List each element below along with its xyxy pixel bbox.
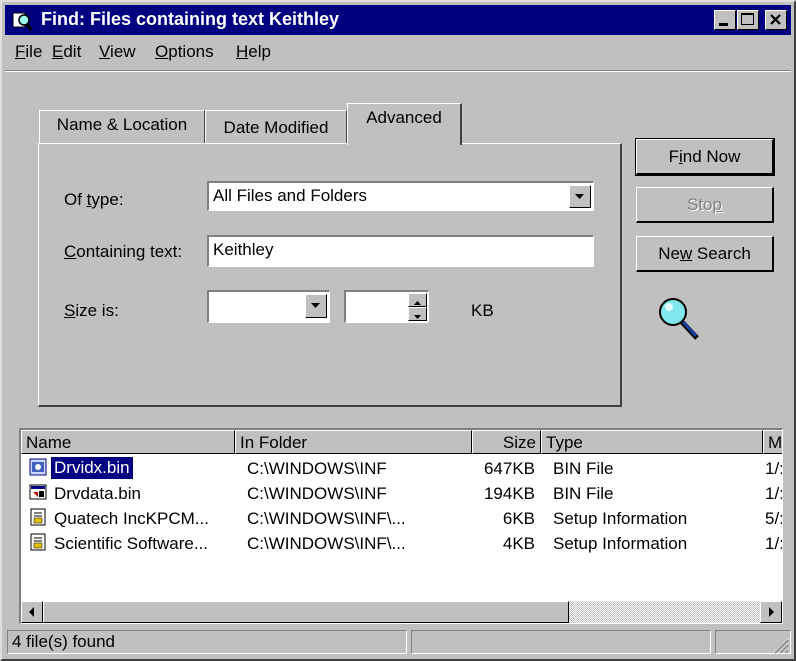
status-file-count: 4 file(s) found: [7, 630, 407, 654]
file-modified: 5/:: [765, 509, 783, 528]
table-row[interactable]: Scientific Software... C:\WINDOWS\INF\..…: [21, 532, 783, 556]
minimize-button[interactable]: [714, 10, 736, 30]
menu-options[interactable]: Options: [155, 42, 214, 62]
file-folder: C:\WINDOWS\INF: [247, 459, 387, 478]
menu-bar: File Edit View Options Help: [5, 38, 791, 68]
size-unit-label: KB: [471, 301, 494, 320]
file-folder: C:\WINDOWS\INF: [247, 484, 387, 503]
column-header-type[interactable]: Type: [541, 430, 763, 454]
advanced-tab-panel: Of type: All Files and Folders Containin…: [38, 143, 622, 407]
of-type-value: All Files and Folders: [213, 186, 368, 205]
table-row[interactable]: Drvidx.bin C:\WINDOWS\INF 647KB BIN File…: [21, 457, 783, 481]
tab-label: Advanced: [366, 108, 442, 127]
bin-file-icon: [29, 484, 47, 500]
file-modified: 1/:: [765, 459, 783, 478]
spin-up-button[interactable]: [408, 293, 427, 307]
tab-label: Name & Location: [56, 115, 188, 134]
close-icon: [770, 14, 781, 25]
menu-help[interactable]: Help: [236, 42, 271, 62]
status-panel-2: [411, 630, 711, 654]
scrollbar-thumb[interactable]: [43, 601, 569, 623]
file-modified: 1/:: [765, 534, 783, 553]
magnifier-animation-icon: [659, 298, 699, 340]
column-header-in-folder[interactable]: In Folder: [235, 430, 472, 454]
menu-file[interactable]: File: [15, 42, 42, 62]
table-row[interactable]: Drvdata.bin C:\WINDOWS\INF 194KB BIN Fil…: [21, 482, 783, 506]
status-bar: 4 file(s) found: [5, 628, 791, 656]
file-type: Setup Information: [553, 534, 688, 553]
menu-edit[interactable]: Edit: [52, 42, 81, 62]
of-type-dropdown-button[interactable]: [569, 185, 591, 208]
bin-file-icon: [29, 458, 47, 476]
scroll-left-button[interactable]: [21, 601, 43, 623]
scrollbar-track[interactable]: [569, 601, 760, 623]
menu-separator: [5, 70, 791, 72]
file-type: Setup Information: [553, 509, 688, 528]
of-type-select[interactable]: All Files and Folders: [207, 181, 594, 211]
file-size: 4KB: [502, 534, 535, 553]
size-value-spinner[interactable]: [344, 290, 429, 323]
file-size: 647KB: [483, 459, 535, 478]
find-window: Find: Files containing text Keithley Fil…: [0, 0, 796, 661]
file-name: Scientific Software...: [54, 534, 209, 553]
containing-text-value: Keithley: [213, 240, 274, 259]
setup-file-icon: [30, 508, 46, 526]
maximize-button[interactable]: [737, 10, 759, 30]
chevron-down-icon: [575, 194, 584, 199]
minimize-icon: [719, 23, 728, 26]
file-size: 6KB: [502, 509, 535, 528]
column-header-name[interactable]: Name: [21, 430, 235, 454]
file-folder: C:\WINDOWS\INF\...: [247, 534, 406, 553]
spin-down-icon: [414, 315, 421, 319]
column-header-size[interactable]: Size: [472, 430, 541, 454]
resize-grip-icon[interactable]: [771, 636, 789, 654]
find-now-button[interactable]: Find Now: [635, 138, 775, 176]
file-type: BIN File: [553, 459, 614, 478]
find-magnifier-icon: [12, 12, 33, 31]
menu-view[interactable]: View: [99, 42, 136, 62]
spin-down-button[interactable]: [408, 307, 427, 321]
results-list[interactable]: Name In Folder Size Type Mc Drvidx.bin C…: [19, 428, 783, 624]
file-folder: C:\WINDOWS\INF\...: [247, 509, 406, 528]
file-modified: 1/:: [765, 484, 783, 503]
file-name: Drvdata.bin: [54, 484, 141, 503]
title-bar[interactable]: Find: Files containing text Keithley: [5, 5, 791, 35]
maximize-icon: [741, 13, 754, 25]
column-header-modified[interactable]: Mc: [763, 430, 782, 454]
containing-text-label: Containing text:: [64, 242, 183, 261]
tab-label: Date Modified: [223, 118, 329, 137]
table-row[interactable]: Quatech IncKPCM... C:\WINDOWS\INF\... 6K…: [21, 507, 783, 531]
setup-file-icon: [30, 533, 46, 551]
of-type-label: Of type:: [64, 190, 124, 209]
horizontal-scrollbar[interactable]: [21, 601, 782, 623]
scroll-right-button[interactable]: [760, 601, 782, 623]
tab-name-location[interactable]: Name & Location: [39, 110, 205, 143]
containing-text-input[interactable]: Keithley: [207, 235, 594, 267]
arrow-right-icon: [769, 607, 774, 617]
size-comparison-select[interactable]: [207, 290, 330, 323]
window-title: Find: Files containing text Keithley: [41, 9, 340, 29]
file-name: Drvidx.bin: [51, 457, 133, 479]
arrow-left-icon: [29, 607, 34, 617]
chevron-down-icon: [311, 303, 320, 308]
file-size: 194KB: [483, 484, 535, 503]
file-type: BIN File: [553, 484, 614, 503]
new-search-button[interactable]: New Search: [636, 236, 774, 272]
size-is-label: Size is:: [64, 301, 119, 320]
tab-advanced[interactable]: Advanced: [347, 103, 462, 145]
stop-button[interactable]: Stop: [636, 187, 774, 223]
file-name: Quatech IncKPCM...: [54, 509, 209, 528]
tab-date-modified[interactable]: Date Modified: [205, 110, 347, 143]
close-button[interactable]: [765, 10, 787, 30]
size-dropdown-button[interactable]: [305, 294, 327, 318]
